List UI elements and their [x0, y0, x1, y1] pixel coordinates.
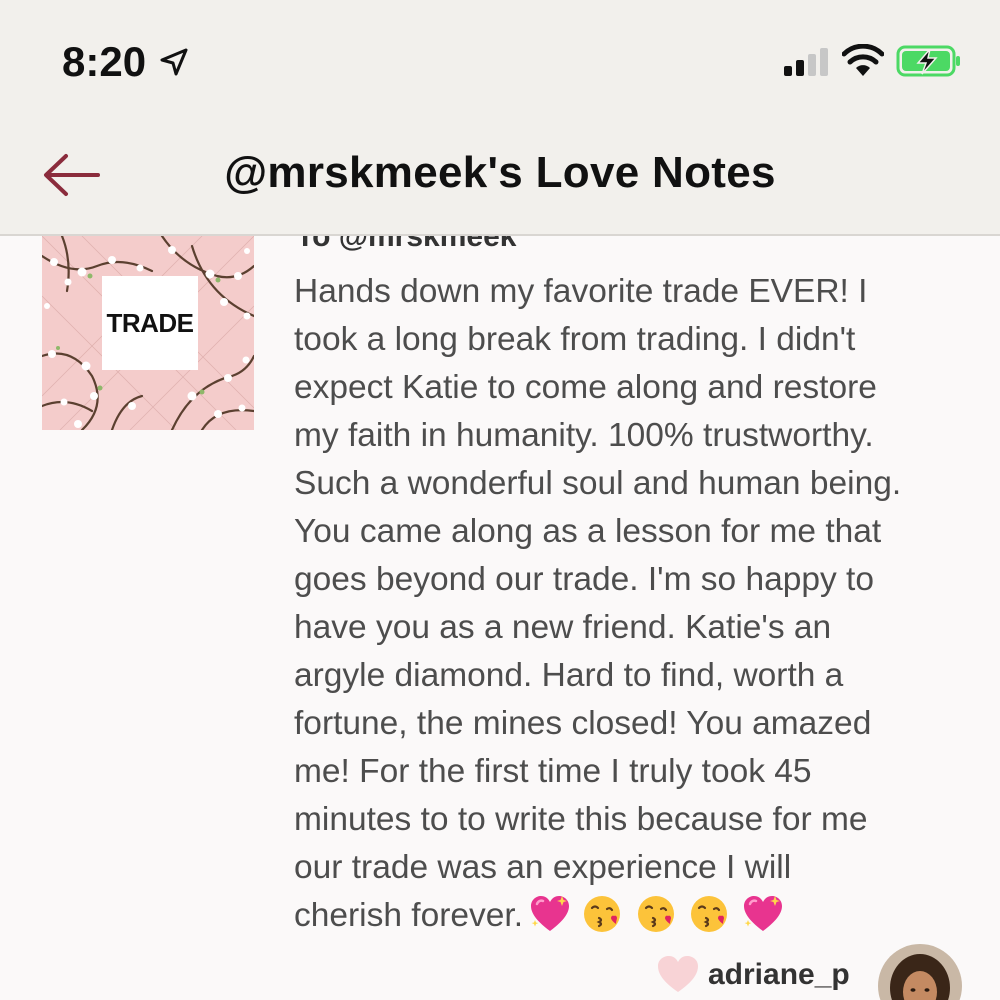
trade-label-box: TRADE: [102, 276, 198, 370]
note-line: me! For the first time I truly took 45: [294, 753, 812, 790]
face-blowing-kiss-icon: [584, 896, 621, 932]
note-line: have you as a new friend. Katie's an: [294, 609, 832, 646]
note-line: argyle diamond. Hard to find, worth a: [294, 657, 844, 694]
location-arrow-icon: [160, 48, 188, 76]
note-line: my faith in humanity. 100% trustworthy.: [294, 417, 874, 454]
note-line: expect Katie to come along and restore: [294, 369, 877, 406]
note-line-last: cherish forever.: [294, 892, 984, 948]
note-line: Such a wonderful soul and human being.: [294, 465, 902, 502]
page-title: @mrskmeek's Love Notes: [224, 148, 776, 197]
note-line: minutes to to write this because for me: [294, 801, 868, 838]
trade-label: TRADE: [106, 307, 194, 338]
emoji-row: [529, 894, 786, 948]
note-line: goes beyond our trade. I'm so happy to: [294, 561, 874, 598]
face-blowing-kiss-icon: [690, 896, 727, 932]
battery-charging-icon: [896, 45, 960, 77]
sparkling-heart-icon: [531, 896, 570, 931]
trade-image: TRADE: [42, 236, 254, 430]
app-header: 8:20 @mrskmeek's Love Notes: [0, 0, 1000, 236]
note-footer: adriane_p: [0, 944, 1000, 1000]
wifi-icon: [842, 44, 884, 76]
author-username[interactable]: adriane_p: [708, 958, 850, 992]
note-recipient: To @mrskmeek: [296, 236, 517, 253]
sparkling-heart-icon: [744, 896, 783, 931]
note-line-text: cherish forever.: [294, 897, 524, 934]
love-note: TRADE To @mrskmeek Hands down my favorit…: [0, 236, 1000, 1000]
avatar-image: [878, 944, 962, 1000]
note-line: fortune, the mines closed! You amazed: [294, 705, 872, 742]
cellular-signal-icon: [784, 48, 828, 76]
status-bar: 8:20: [0, 0, 1000, 120]
note-line: took a long break from trading. I didn't: [294, 321, 856, 358]
note-line: our trade was an experience I will: [294, 849, 792, 886]
heart-icon[interactable]: [656, 954, 700, 994]
avatar[interactable]: [878, 944, 962, 1000]
nav-bar: @mrskmeek's Love Notes: [0, 120, 1000, 234]
face-blowing-kiss-icon: [637, 896, 674, 932]
note-line: Hands down my favorite trade EVER! I: [294, 273, 868, 310]
note-body: Hands down my favorite trade EVER! I too…: [294, 268, 984, 948]
note-line: You came along as a lesson for me that: [294, 513, 882, 550]
status-time: 8:20: [62, 38, 147, 85]
